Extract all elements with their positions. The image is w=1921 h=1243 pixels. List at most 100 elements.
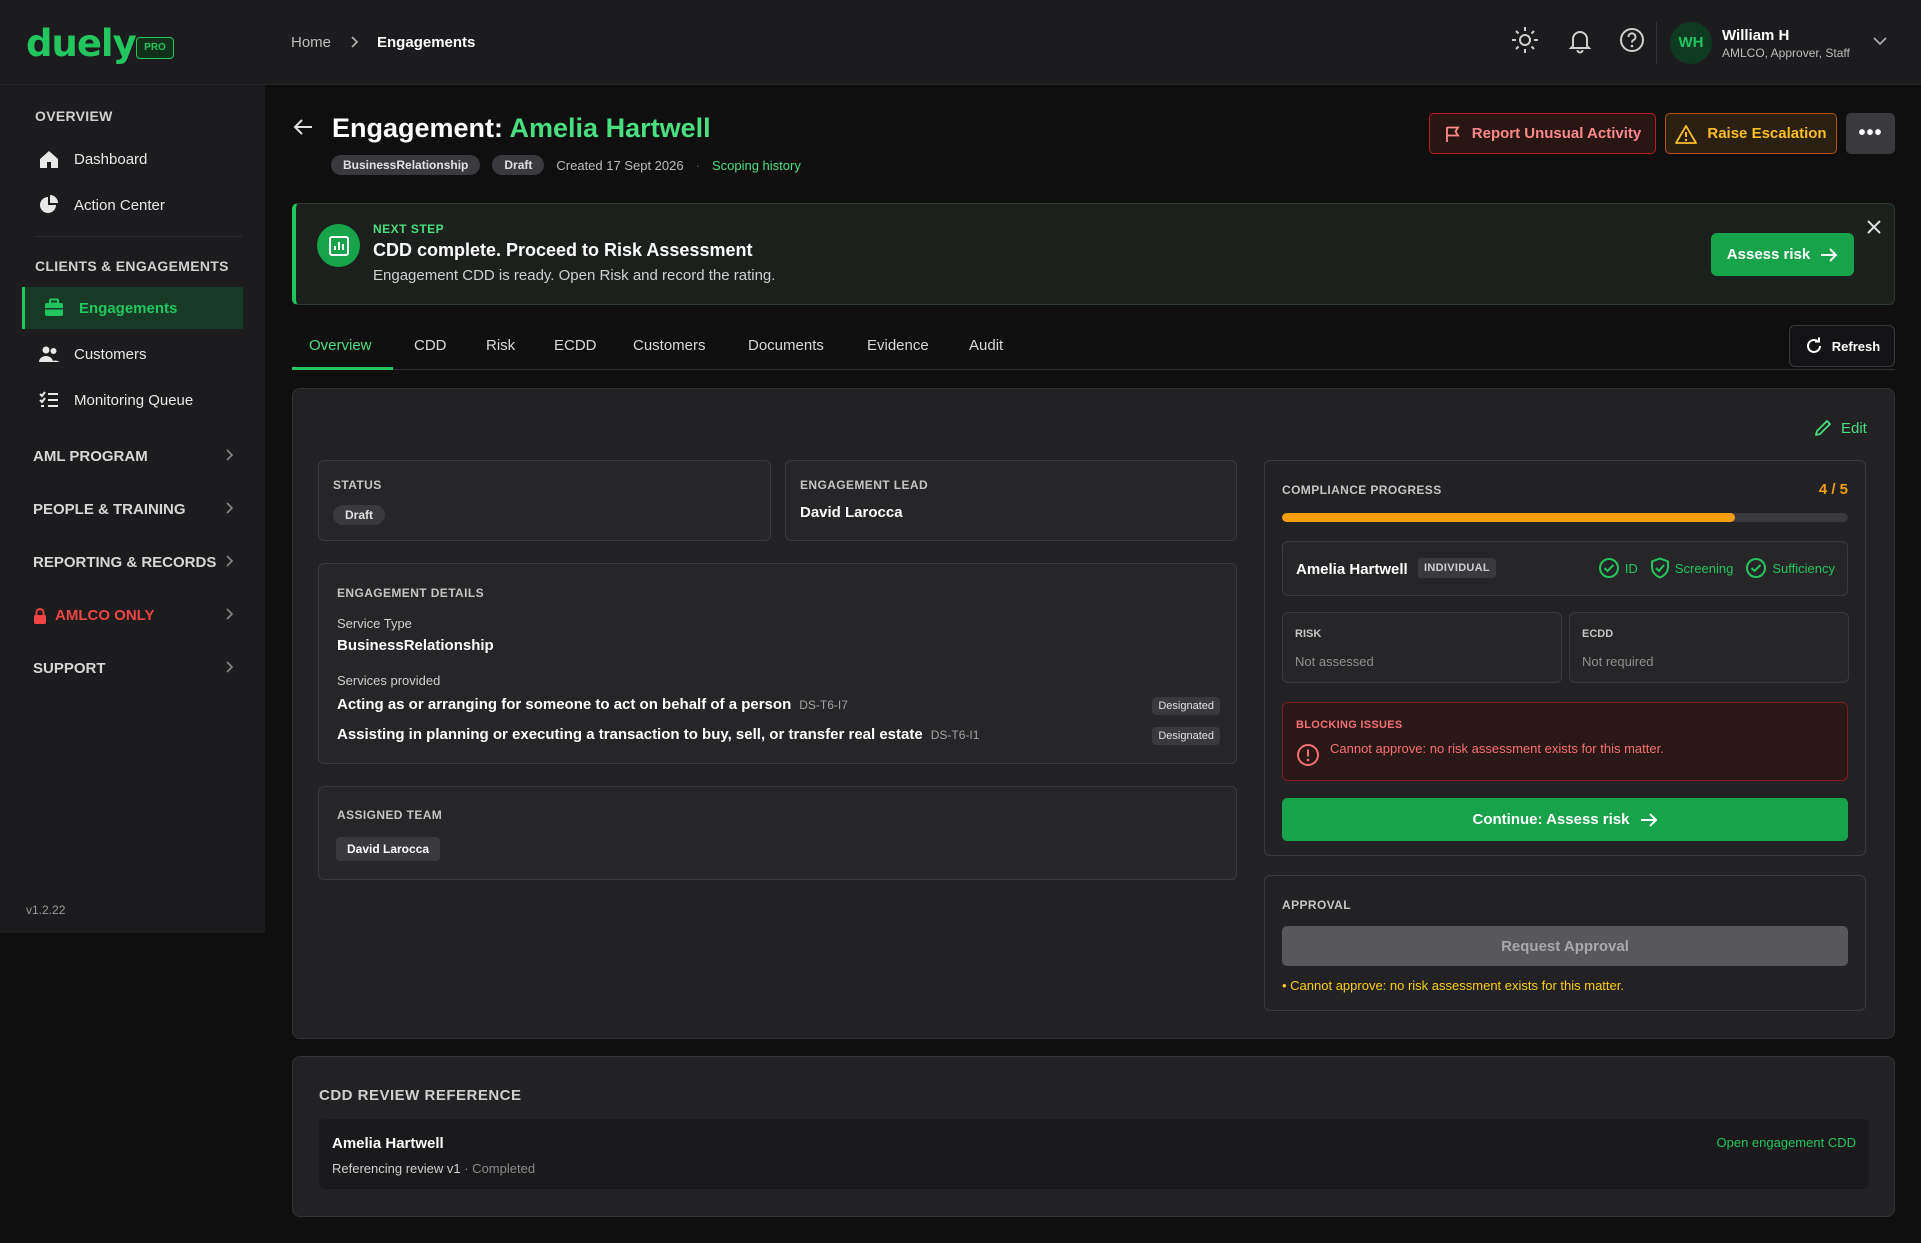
back-arrow-icon[interactable] (292, 116, 314, 142)
page-title-prefix: Engagement: (332, 113, 510, 143)
raise-escalation-button[interactable]: Raise Escalation (1665, 113, 1837, 154)
sidebar-group-label: AMLCO ONLY (55, 607, 155, 624)
sidebar-group-label: AML PROGRAM (33, 448, 148, 465)
escalation-button-label: Raise Escalation (1707, 125, 1827, 142)
approval-blocked-note: • Cannot approve: no risk assessment exi… (1282, 978, 1624, 993)
sidebar-group-reporting-records[interactable]: REPORTING & RECORDS (33, 554, 234, 571)
engagement-details-card: ENGAGEMENT DETAILS Service Type Business… (318, 563, 1237, 764)
cdd-reference-version: Referencing review v1 (332, 1161, 461, 1176)
page-title-name: Amelia Hartwell (509, 113, 711, 143)
engagement-lead-value: David Larocca (800, 504, 903, 521)
risk-label: RISK (1295, 628, 1322, 640)
sidebar-group-support[interactable]: SUPPORT (33, 660, 234, 677)
refresh-label: Refresh (1831, 338, 1881, 354)
sidebar-group-aml-program[interactable]: AML PROGRAM (33, 448, 234, 465)
service-type-value: BusinessRelationship (337, 637, 494, 654)
sidebar-item-action-center[interactable]: Action Center (38, 184, 238, 226)
sidebar-item-monitoring-queue[interactable]: Monitoring Queue (38, 379, 238, 421)
cdd-review-reference-panel: CDD REVIEW REFERENCE Amelia Hartwell Ref… (292, 1056, 1895, 1217)
service-item-1: Acting as or arranging for someone to ac… (337, 696, 848, 713)
blocking-issue-message: Cannot approve: no risk assessment exist… (1330, 741, 1664, 756)
compliance-progress-fill (1282, 513, 1735, 522)
tab-overview[interactable]: Overview (309, 337, 372, 354)
breadcrumb-home[interactable]: Home (291, 34, 331, 51)
sidebar-item-engagements[interactable]: Engagements (22, 287, 243, 329)
more-actions-button[interactable]: ••• (1846, 113, 1895, 154)
services-provided-label: Services provided (337, 673, 441, 688)
pie-chart-icon (40, 195, 58, 213)
status-card: STATUS Draft (318, 460, 771, 541)
tab-evidence[interactable]: Evidence (867, 337, 929, 354)
top-bar: duely PRO Home Engagements WH William H … (0, 0, 1921, 85)
check-label: ID (1624, 560, 1638, 576)
check-sufficiency: Sufficiency (1745, 557, 1835, 579)
scoping-history-link[interactable]: Scoping history (712, 158, 801, 173)
close-icon[interactable] (1866, 219, 1882, 239)
sidebar-item-label: Dashboard (74, 150, 148, 168)
cdd-reference-status: · Completed (460, 1161, 536, 1176)
sidebar-item-label: Action Center (74, 196, 165, 214)
sidebar-heading-clients: CLIENTS & ENGAGEMENTS (35, 258, 229, 274)
duely-logo[interactable]: duely (26, 22, 137, 65)
risk-summary-card[interactable]: RISK Not assessed (1282, 612, 1562, 683)
engagement-lead-card: ENGAGEMENT LEAD David Larocca (785, 460, 1237, 541)
sidebar-divider (35, 236, 242, 237)
customer-name[interactable]: Amelia Hartwell (1296, 561, 1408, 578)
blocking-issues-box: BLOCKING ISSUES Cannot approve: no risk … (1282, 702, 1848, 781)
user-avatar[interactable]: WH (1670, 22, 1712, 64)
refresh-button[interactable]: Refresh (1789, 325, 1895, 367)
sidebar-group-amlco-only[interactable]: AMLCO ONLY (33, 607, 234, 624)
engagement-lead-label: ENGAGEMENT LEAD (800, 478, 929, 492)
lock-icon (34, 607, 46, 624)
open-engagement-cdd-link[interactable]: Open engagement CDD (1717, 1135, 1856, 1150)
assigned-team-label: ASSIGNED TEAM (337, 808, 443, 822)
tab-risk[interactable]: Risk (486, 337, 515, 354)
check-label: Screening (1674, 560, 1734, 576)
theme-toggle-sun-icon[interactable] (1510, 25, 1540, 55)
report-unusual-activity-button[interactable]: Report Unusual Activity (1429, 113, 1656, 154)
assess-risk-label: Assess risk (1726, 246, 1811, 263)
sidebar-heading-overview: OVERVIEW (35, 108, 113, 124)
continue-assess-risk-button[interactable]: Continue: Assess risk (1282, 798, 1848, 841)
sidebar-item-customers[interactable]: Customers (38, 333, 238, 375)
app-version: v1.2.22 (26, 903, 66, 917)
team-member-chip: David Larocca (336, 837, 441, 861)
sidebar-item-dashboard[interactable]: Dashboard (38, 138, 238, 180)
sidebar-group-label: SUPPORT (33, 660, 106, 677)
user-menu-chevron-down-icon[interactable] (1872, 34, 1888, 51)
request-approval-button[interactable]: Request Approval (1282, 926, 1848, 966)
compliance-progress-bar (1282, 513, 1848, 522)
ecdd-summary-card[interactable]: ECDD Not required (1569, 612, 1849, 683)
help-icon[interactable] (1617, 25, 1647, 55)
notifications-bell-icon[interactable] (1565, 25, 1595, 55)
banner-kicker: NEXT STEP (373, 222, 445, 236)
details-label: ENGAGEMENT DETAILS (337, 586, 484, 600)
sidebar: OVERVIEW Dashboard Action Center CLIENTS… (0, 85, 265, 933)
status-chip: Draft (492, 155, 545, 175)
sidebar-group-label: PEOPLE & TRAINING (33, 501, 186, 518)
approval-label: APPROVAL (1282, 898, 1351, 912)
customer-compliance-row: Amelia Hartwell INDIVIDUAL ID Screening … (1282, 541, 1848, 596)
tab-cdd[interactable]: CDD (414, 337, 447, 354)
warning-triangle-icon (1675, 124, 1698, 144)
risk-value: Not assessed (1295, 654, 1374, 669)
ecdd-label: ECDD (1582, 628, 1614, 640)
tab-documents[interactable]: Documents (748, 337, 824, 354)
tab-ecdd[interactable]: ECDD (554, 337, 597, 354)
sidebar-group-people-training[interactable]: PEOPLE & TRAINING (33, 501, 234, 518)
list-check-icon (39, 391, 58, 407)
chevron-right-icon (225, 661, 234, 676)
chevron-right-icon (225, 555, 234, 570)
tab-audit[interactable]: Audit (969, 337, 1003, 354)
designated-badge: Designated (1152, 697, 1220, 715)
user-name[interactable]: William H (1722, 27, 1789, 44)
banner-subtitle: Engagement CDD is ready. Open Risk and r… (373, 267, 776, 284)
cdd-reference-review: Referencing review v1 · Completed (332, 1161, 535, 1176)
assess-risk-button[interactable]: Assess risk (1711, 233, 1854, 276)
pro-badge: PRO (136, 37, 174, 59)
status-label: STATUS (333, 478, 382, 492)
tab-customers[interactable]: Customers (633, 337, 706, 354)
briefcase-icon (45, 298, 63, 316)
approval-card: APPROVAL Request Approval • Cannot appro… (1264, 875, 1866, 1011)
edit-button[interactable]: Edit (1813, 418, 1867, 438)
